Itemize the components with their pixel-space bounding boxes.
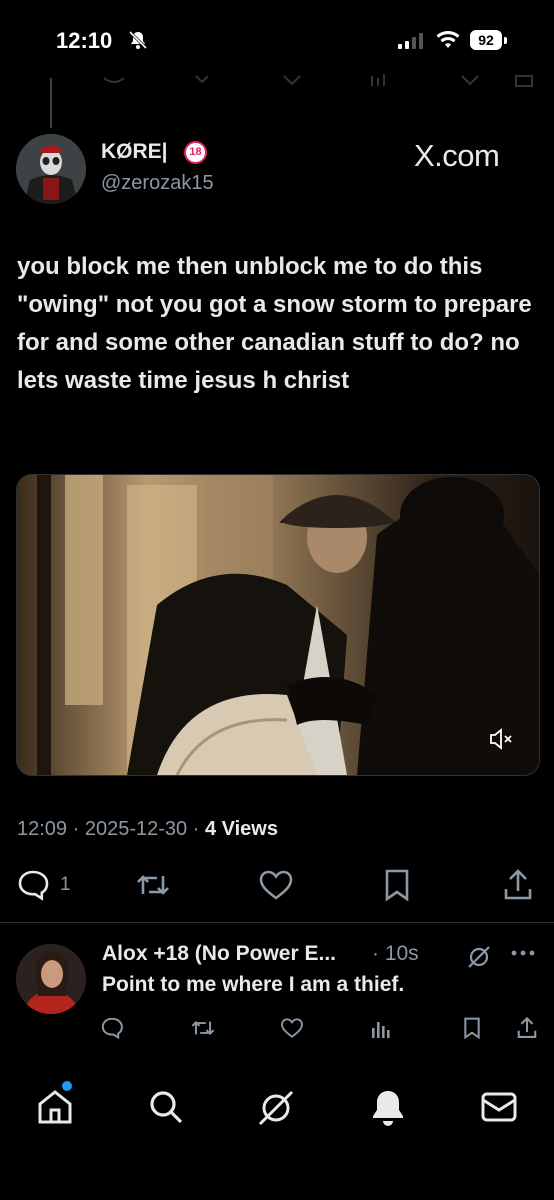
author-handle[interactable]: @zerozak15 [101, 172, 214, 195]
reply-avatar[interactable] [16, 944, 86, 1014]
repost-icon[interactable] [135, 868, 171, 902]
reply-icon[interactable] [100, 1016, 124, 1040]
share-icon[interactable] [516, 1016, 538, 1040]
avatar[interactable] [16, 134, 86, 204]
thread-line [50, 78, 52, 128]
grok-icon[interactable] [256, 1088, 296, 1128]
battery-tip [504, 37, 507, 44]
search-icon[interactable] [147, 1088, 185, 1126]
mute-icon[interactable] [488, 726, 514, 752]
reply-time-value: 10s [384, 942, 419, 965]
tweet-text: you block me then unblock me to do this … [17, 253, 532, 394]
bookmark-icon[interactable] [462, 1016, 482, 1040]
status-time: 12:10 [56, 28, 113, 53]
bookmark-icon[interactable] [382, 868, 412, 902]
tweet-meta: 12:09 · 2025-12-30 · 4 Views [17, 818, 278, 841]
views-icon[interactable] [370, 1016, 392, 1040]
bottom-nav [0, 1080, 554, 1140]
signal-icon [398, 33, 424, 49]
meta-separator: · [372, 942, 385, 965]
reply-time: · 10s [372, 942, 419, 966]
battery-icon: 92 [470, 30, 502, 50]
more-icon[interactable] [510, 948, 536, 958]
repost-icon[interactable] [190, 1016, 216, 1040]
share-icon[interactable] [502, 868, 534, 902]
like-icon[interactable] [258, 868, 294, 902]
notifications-icon[interactable] [369, 1088, 407, 1128]
reply-icon[interactable] [16, 868, 50, 902]
meta-separator: · [192, 818, 205, 840]
home-icon[interactable] [36, 1088, 74, 1126]
author-name[interactable]: KØRE| [101, 140, 168, 164]
grok-icon[interactable] [466, 944, 492, 970]
like-icon[interactable] [280, 1016, 304, 1040]
previous-tweet-actions [0, 64, 554, 96]
reply-text: Point to me where I am a thief. [102, 973, 405, 996]
reply-count: 1 [60, 874, 71, 895]
age-restriction-badge: 18 [184, 141, 207, 164]
views-label: Views [221, 818, 278, 840]
messages-icon[interactable] [480, 1090, 518, 1124]
tweet-date: 2025-12-30 [84, 818, 188, 840]
watermark: X.com [414, 138, 500, 173]
reply-author-name[interactable]: Alox +18 (No Power E... [102, 942, 336, 966]
wifi-icon [436, 30, 460, 50]
video-player[interactable] [16, 474, 540, 776]
divider [0, 922, 554, 923]
meta-separator: · [72, 818, 85, 840]
views-count: 4 [204, 818, 217, 840]
tweet-time: 12:09 [17, 818, 68, 840]
reply-actions [100, 1016, 540, 1042]
tweet-actions: 1 [16, 868, 538, 904]
notification-dot [62, 1081, 72, 1091]
bell-off-icon [128, 30, 148, 50]
